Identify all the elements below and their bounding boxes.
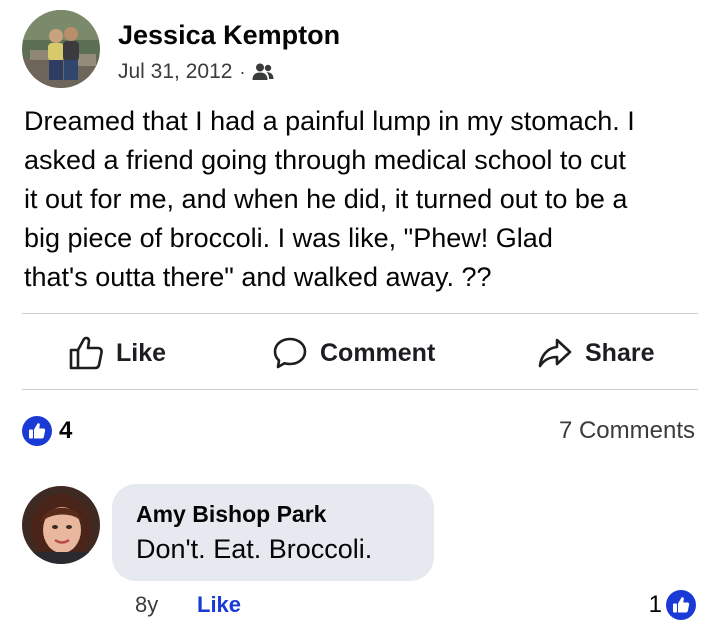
like-button[interactable]: Like bbox=[68, 330, 166, 376]
author-avatar[interactable] bbox=[22, 10, 100, 88]
author-name[interactable]: Jessica Kempton bbox=[118, 19, 340, 51]
post-reactions[interactable]: 4 bbox=[22, 414, 72, 448]
comment-reactions[interactable]: 1 bbox=[649, 588, 696, 622]
comments-count-link[interactable]: 7 Comments bbox=[559, 414, 695, 448]
post-date[interactable]: Jul 31, 2012 bbox=[118, 60, 232, 84]
divider-top bbox=[22, 313, 698, 314]
post-meta: Jul 31, 2012 · bbox=[118, 58, 275, 86]
thumbs-up-icon bbox=[69, 336, 103, 370]
comment-bubble: Amy Bishop Park Don't. Eat. Broccoli. bbox=[112, 484, 434, 581]
commenter-avatar[interactable] bbox=[22, 486, 100, 564]
share-button-label: Share bbox=[585, 338, 655, 367]
share-arrow-icon bbox=[538, 338, 572, 368]
like-count: 4 bbox=[59, 417, 73, 444]
divider-bottom bbox=[22, 389, 698, 390]
comment-like-button[interactable]: Like bbox=[197, 590, 241, 620]
comment-reaction-count: 1 bbox=[648, 591, 662, 618]
comment-like-reaction-icon bbox=[666, 590, 696, 620]
comment-bubble-icon bbox=[273, 337, 307, 369]
comment-text: Don't. Eat. Broccoli. bbox=[136, 534, 373, 564]
comment-button-label: Comment bbox=[320, 338, 436, 367]
like-reaction-icon bbox=[22, 416, 52, 446]
share-button[interactable]: Share bbox=[537, 330, 654, 376]
meta-separator: · bbox=[239, 61, 246, 82]
comment-timestamp[interactable]: 8y bbox=[135, 590, 158, 620]
commenter-name[interactable]: Amy Bishop Park bbox=[136, 499, 410, 529]
like-button-label: Like bbox=[116, 338, 167, 367]
comment-button[interactable]: Comment bbox=[272, 330, 435, 376]
friends-icon[interactable] bbox=[251, 62, 275, 82]
post-text: Dreamed that I had a painful lump in my … bbox=[24, 106, 635, 292]
post-header: Jessica Kempton Jul 31, 2012 · bbox=[22, 10, 702, 90]
